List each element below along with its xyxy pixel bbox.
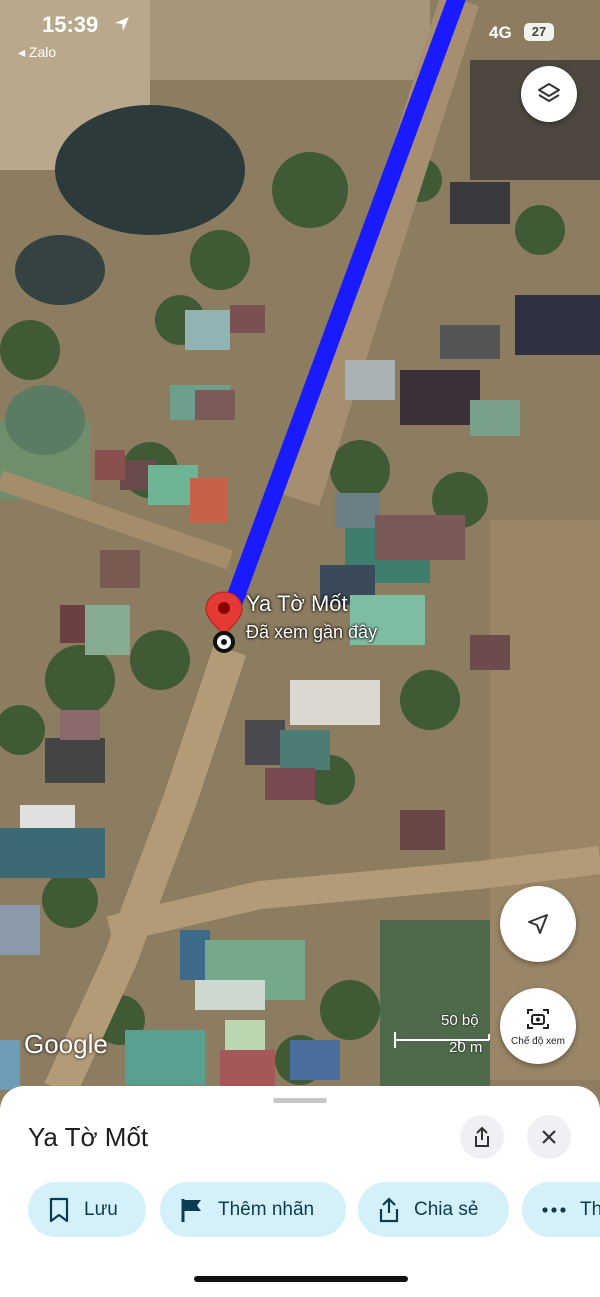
layers-button[interactable] <box>521 66 577 122</box>
share-icon <box>379 1196 399 1222</box>
map-pin-icon[interactable] <box>203 590 245 656</box>
more-icon <box>542 1206 566 1213</box>
flag-icon <box>181 1198 201 1222</box>
google-logo: Google <box>24 1029 108 1059</box>
home-indicator[interactable] <box>194 1276 408 1282</box>
share-icon <box>475 1126 489 1147</box>
more-label: Th <box>580 1198 600 1220</box>
layers-icon <box>538 83 560 102</box>
location-arrow-icon <box>115 17 129 31</box>
back-to-app-link[interactable]: ◂ Zalo <box>18 44 56 61</box>
network-label: 4G <box>489 23 512 42</box>
sheet-drag-handle[interactable] <box>273 1098 327 1103</box>
status-bar: 15:39 ◂ Zalo 4G 27 <box>0 0 600 70</box>
share-button[interactable]: Chia sẻ <box>358 1182 509 1237</box>
pin-subtitle: Đã xem gần đây <box>246 622 378 642</box>
close-icon <box>542 1130 556 1144</box>
scale-metric: 20 m <box>449 1039 483 1056</box>
place-title: Ya Tờ Mốt <box>28 1122 149 1152</box>
close-button[interactable] <box>527 1115 571 1159</box>
save-label: Lưu <box>84 1198 118 1220</box>
street-view-label: Chế độ xem <box>511 1035 565 1047</box>
my-location-button[interactable] <box>500 886 576 962</box>
add-label-label: Thêm nhãn <box>218 1198 315 1220</box>
battery-indicator: 27 <box>524 23 554 41</box>
camera-scan-icon <box>527 1008 549 1029</box>
more-button[interactable]: Th <box>522 1182 600 1237</box>
street-view-button[interactable]: Chế độ xem <box>500 988 576 1064</box>
pin-title[interactable]: Ya Tờ Mốt <box>246 591 348 617</box>
bookmark-icon <box>49 1197 69 1222</box>
share-label: Chia sẻ <box>414 1198 479 1220</box>
save-button[interactable]: Lưu <box>28 1182 146 1237</box>
status-time: 15:39 <box>42 12 99 37</box>
share-header-button[interactable] <box>460 1115 504 1159</box>
add-label-button[interactable]: Thêm nhãn <box>160 1182 346 1237</box>
navigation-arrow-icon <box>528 914 548 934</box>
scale-imperial: 50 bộ <box>441 1012 479 1029</box>
place-bottom-sheet[interactable]: Ya Tờ Mốt Lưu Thêm nhãn Chia sẻ Th <box>0 1086 600 1297</box>
